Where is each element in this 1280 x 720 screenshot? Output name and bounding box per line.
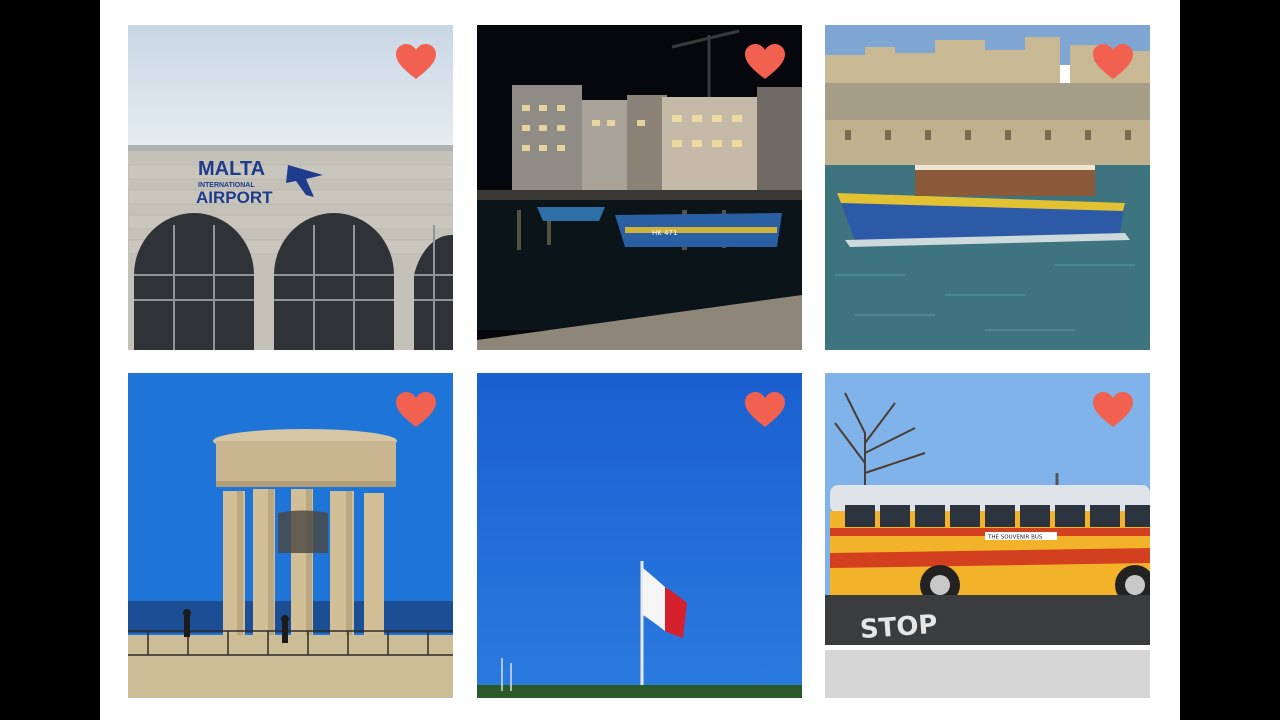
favorite-heart-icon[interactable] [395,391,437,429]
photo-tile-vintage-bus[interactable]: THE SOUVENIR BUS STOP [825,373,1150,698]
photo-gallery: MALTA INTERNATIONAL AIRPORT HK 471 THE S… [100,0,1180,720]
photo-tile-night-harbour[interactable]: HK 471 [477,25,802,350]
photo-tile-bell-memorial[interactable] [128,373,453,698]
photo-tile-airport[interactable]: MALTA INTERNATIONAL AIRPORT [128,25,453,350]
sign-malta: MALTA [198,158,265,180]
sign-airport: AIRPORT [196,188,273,207]
boat-registration: HK 471 [652,229,677,237]
favorite-heart-icon[interactable] [1092,43,1134,81]
bus-destination-sign: THE SOUVENIR BUS [987,535,1043,541]
favorite-heart-icon[interactable] [1092,391,1134,429]
favorite-heart-icon[interactable] [395,43,437,81]
favorite-heart-icon[interactable] [744,43,786,81]
photo-tile-malta-flag[interactable] [477,373,802,698]
favorite-heart-icon[interactable] [744,391,786,429]
photo-tile-harbour-boat[interactable] [825,25,1150,350]
road-marking: STOP [859,610,939,645]
